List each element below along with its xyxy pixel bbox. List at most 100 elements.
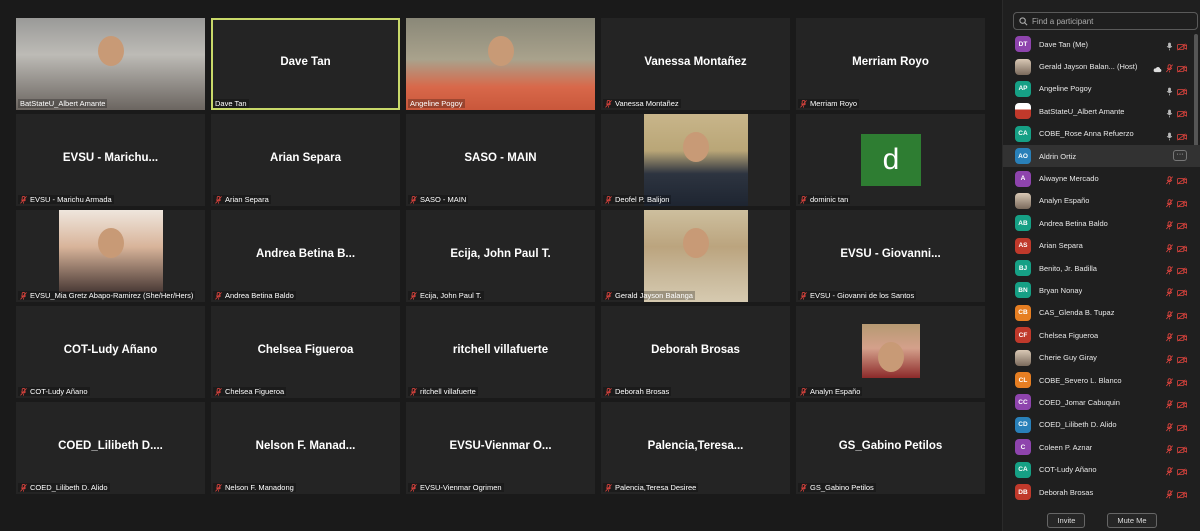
video-tile[interactable]: BatStateU_Albert Amante: [16, 18, 205, 110]
video-tile[interactable]: d dominic tan: [796, 114, 985, 206]
video-tile[interactable]: Chelsea Figueroa Chelsea Figueroa: [211, 306, 400, 398]
mic-muted-icon: [410, 195, 417, 204]
tile-label-text: Dave Tan: [215, 99, 247, 108]
tile-label-text: Palencia,Teresa Desiree: [615, 483, 697, 492]
tile-name-label: Nelson F. Manadong: [213, 483, 296, 492]
video-tile[interactable]: GS_Gabino Petilos GS_Gabino Petilos: [796, 402, 985, 494]
participant-row[interactable]: BatStateU_Albert Amante: [1003, 100, 1200, 122]
participant-name: Angeline Pogoy: [1039, 84, 1092, 94]
video-tile[interactable]: Andrea Betina B... Andrea Betina Baldo: [211, 210, 400, 302]
participant-row[interactable]: BJ Benito, Jr. Badilla: [1003, 257, 1200, 279]
mic-muted-icon: [605, 387, 612, 396]
video-tile[interactable]: EVSU_Mia Gretz Abapo-Ramirez (She/Her/He…: [16, 210, 205, 302]
video-tile[interactable]: EVSU - Marichu... EVSU - Marichu Armada: [16, 114, 205, 206]
mic-muted-icon: [1166, 172, 1173, 190]
tile-label-text: SASO - MAIN: [420, 195, 467, 204]
tile-label-text: GS_Gabino Petilos: [810, 483, 874, 492]
participant-name: COT-Ludy Añano: [1039, 465, 1097, 475]
video-tile[interactable]: EVSU - Giovanni... EVSU - Giovanni de los…: [796, 210, 985, 302]
participant-row[interactable]: DT Dave Tan (Me): [1003, 33, 1200, 55]
search-icon: [1019, 16, 1028, 25]
video-off-icon: [1177, 105, 1187, 123]
tile-name-label: GS_Gabino Petilos: [798, 483, 876, 492]
participant-row[interactable]: AP Angeline Pogoy: [1003, 78, 1200, 100]
video-tile[interactable]: Angeline Pogoy: [406, 18, 595, 110]
participant-row[interactable]: CB CAS_Glenda B. Tupaz: [1003, 302, 1200, 324]
video-tile[interactable]: Merriam Royo Merriam Royo: [796, 18, 985, 110]
participant-row[interactable]: CA COBE_Rose Anna Refuerzo: [1003, 123, 1200, 145]
mic-muted-icon: [215, 387, 222, 396]
participant-row[interactable]: CL COBE_Severo L. Blanco: [1003, 369, 1200, 391]
video-tile[interactable]: Arian Separa Arian Separa: [211, 114, 400, 206]
video-tile[interactable]: ritchell villafuerte ritchell villafuerte: [406, 306, 595, 398]
mic-muted-icon: [800, 387, 807, 396]
video-tile[interactable]: Palencia,Teresa... Palencia,Teresa Desire…: [601, 402, 790, 494]
mic-muted-icon: [605, 99, 612, 108]
video-tile[interactable]: COED_Lilibeth D.... COED_Lilibeth D. Alid…: [16, 402, 205, 494]
participant-row[interactable]: AO Aldrin Ortiz ···: [1003, 144, 1200, 168]
face-shape: [98, 228, 124, 258]
tile-name-label: EVSU-Vienmar Ogrimen: [408, 483, 504, 492]
participant-row[interactable]: CF Chelsea Figueroa: [1003, 324, 1200, 346]
video-tile[interactable]: Gerald Jayson Balanga: [601, 210, 790, 302]
participant-row[interactable]: AS Arian Separa: [1003, 235, 1200, 257]
video-tile[interactable]: Deofel P. Balijon: [601, 114, 790, 206]
video-off-icon: [1177, 396, 1187, 414]
participant-row[interactable]: CA COT-Ludy Añano: [1003, 458, 1200, 480]
mute-me-button[interactable]: Mute Me: [1107, 512, 1157, 528]
mic-muted-icon: [1166, 419, 1173, 437]
tile-display-name: Andrea Betina B...: [255, 248, 356, 260]
participant-status-icons: [1166, 172, 1187, 190]
participant-name: Alwayne Mercado: [1039, 174, 1099, 184]
video-tile[interactable]: SASO - MAIN SASO - MAIN: [406, 114, 595, 206]
tile-label-text: COED_Lilibeth D. Alido: [30, 483, 108, 492]
tile-label-text: Merriam Royo: [810, 99, 858, 108]
tile-name-label: Merriam Royo: [798, 99, 860, 108]
participant-row[interactable]: Cherie Guy Giray: [1003, 346, 1200, 368]
video-off-icon: [1177, 262, 1187, 280]
more-icon[interactable]: ···: [1173, 149, 1187, 161]
participant-row[interactable]: DB Deborah Brosas: [1003, 481, 1200, 503]
participant-row[interactable]: BN Bryan Nonay: [1003, 279, 1200, 301]
participant-status-icons: [1166, 374, 1187, 392]
video-tile[interactable]: Ecija, John Paul T. Ecija, John Paul T.: [406, 210, 595, 302]
mic-icon: [1166, 105, 1173, 123]
participant-row[interactable]: Analyn Españo: [1003, 190, 1200, 212]
participant-row[interactable]: A Alwayne Mercado: [1003, 167, 1200, 189]
participant-row[interactable]: CD COED_Lilibeth D. Alido: [1003, 414, 1200, 436]
tile-display-name: Chelsea Figueroa: [257, 344, 354, 356]
video-off-icon: [1177, 38, 1187, 56]
video-off-icon: [1177, 195, 1187, 213]
participant-status-icons: [1166, 105, 1187, 123]
participant-row[interactable]: AB Andrea Betina Baldo: [1003, 212, 1200, 234]
video-off-icon: [1177, 240, 1187, 258]
participant-status-icons: [1166, 240, 1187, 258]
invite-button[interactable]: Invite: [1047, 512, 1086, 528]
video-tile[interactable]: Dave Tan Dave Tan: [211, 18, 400, 110]
tile-display-name: ritchell villafuerte: [452, 344, 549, 356]
mic-muted-icon: [20, 195, 27, 204]
tile-name-label: Vanessa Montañez: [603, 99, 681, 108]
search-input[interactable]: [1032, 16, 1192, 26]
tile-label-text: ritchell villafuerte: [420, 387, 476, 396]
tile-display-name: SASO - MAIN: [464, 152, 537, 164]
participants-panel: DT Dave Tan (Me) Gerald Jayson Balan... (H…: [1002, 0, 1200, 531]
tile-display-name: Palencia,Teresa...: [647, 440, 744, 452]
tile-name-label: Analyn Españo: [798, 387, 863, 396]
video-tile[interactable]: Vanessa Montañez Vanessa Montañez: [601, 18, 790, 110]
tile-display-name: EVSU - Giovanni...: [840, 248, 941, 260]
participant-row[interactable]: CC COED_Jomar Cabuquin: [1003, 391, 1200, 413]
video-tile[interactable]: Analyn Españo: [796, 306, 985, 398]
participant-row[interactable]: Gerald Jayson Balan... (Host): [1003, 55, 1200, 77]
video-tile[interactable]: COT-Ludy Añano COT-Ludy Añano: [16, 306, 205, 398]
video-tile[interactable]: Nelson F. Manad... Nelson F. Manadong: [211, 402, 400, 494]
avatar: C: [1015, 439, 1031, 456]
participant-row[interactable]: C Coleen P. Aznar: [1003, 436, 1200, 458]
video-tile[interactable]: EVSU-Vienmar O... EVSU-Vienmar Ogrimen: [406, 402, 595, 494]
mic-muted-icon: [605, 291, 612, 300]
video-tile[interactable]: Deborah Brosas Deborah Brosas: [601, 306, 790, 398]
tile-label-text: Andrea Betina Baldo: [225, 291, 294, 300]
tile-label-text: Angeline Pogoy: [410, 99, 463, 108]
participant-search[interactable]: [1013, 12, 1198, 30]
meeting-window: BatStateU_Albert Amante Dave Tan Dave Tan A…: [0, 0, 1200, 531]
